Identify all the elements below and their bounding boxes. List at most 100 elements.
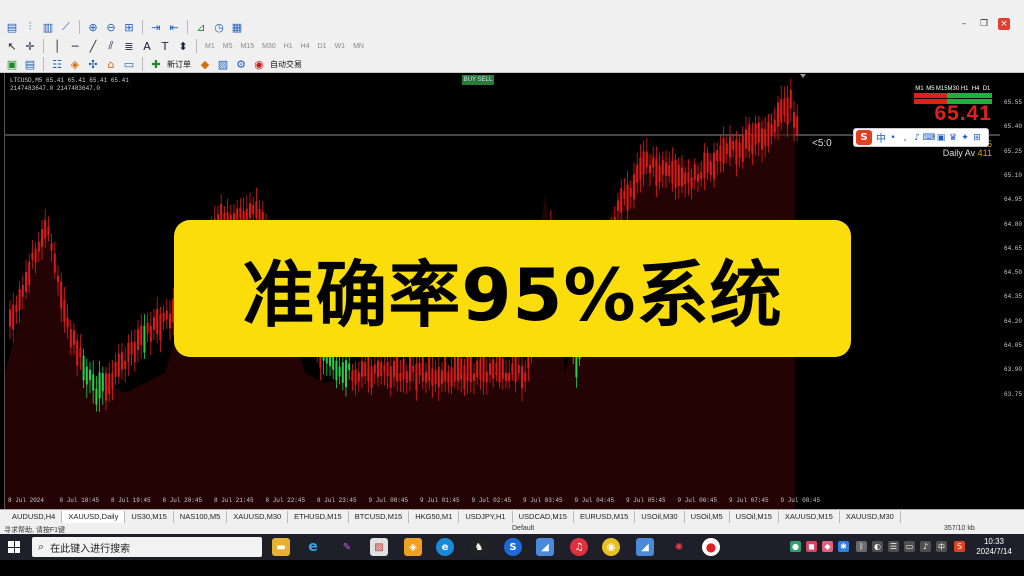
tray-icon-3[interactable]: ◆: [822, 541, 833, 552]
game-icon[interactable]: ✦: [960, 133, 970, 143]
file-explorer-icon[interactable]: ▬: [272, 538, 290, 556]
candlestick-icon[interactable]: ▥: [40, 19, 56, 35]
toolbox-icon[interactable]: ▣: [936, 133, 946, 143]
timeframe-h4[interactable]: H4: [298, 43, 313, 50]
ime-mode[interactable]: 中: [876, 130, 886, 145]
sogou-logo-icon[interactable]: S: [856, 130, 872, 145]
tray-icon-4[interactable]: ✱: [838, 541, 849, 552]
tile-windows-icon[interactable]: ⊞: [121, 19, 137, 35]
auto-trading-icon[interactable]: ◉: [251, 56, 267, 72]
new-order-icon[interactable]: ✚: [148, 56, 164, 72]
sogou-browser-icon[interactable]: S: [504, 538, 522, 556]
chrome-icon[interactable]: ◉: [602, 538, 620, 556]
wifi-app-2-icon[interactable]: ◢: [636, 538, 654, 556]
auto-scroll-icon[interactable]: ⇥: [148, 19, 164, 35]
skin-icon[interactable]: ♛: [948, 133, 958, 143]
new-chart-icon[interactable]: ▤: [4, 19, 20, 35]
trendline-icon[interactable]: ╱: [85, 38, 101, 54]
bar-chart-icon[interactable]: ⫶: [22, 19, 38, 35]
microphone-icon[interactable]: ♪: [912, 133, 922, 143]
profiles-icon[interactable]: ▤: [22, 56, 38, 72]
restore-icon[interactable]: ❐: [978, 18, 990, 30]
label-icon[interactable]: T: [157, 38, 173, 54]
chart-tab[interactable]: BTCUSD,M15: [349, 510, 410, 523]
minimize-icon[interactable]: –: [958, 18, 970, 30]
text-icon[interactable]: A: [139, 38, 155, 54]
terminal-icon[interactable]: ⌂: [103, 56, 119, 72]
edge-icon[interactable]: e: [436, 538, 454, 556]
ime-toolbar[interactable]: S 中 • , ♪ ⌨ ▣ ♛ ✦ ⊞: [853, 128, 989, 147]
sogou-tray-icon[interactable]: S: [954, 541, 965, 552]
network-icon[interactable]: ▭: [904, 541, 915, 552]
chart-tab[interactable]: AUDUSD,H4: [6, 510, 63, 523]
taskbar-clock[interactable]: 10:33 2024/7/14: [972, 537, 1016, 557]
options-icon[interactable]: ⚙: [233, 56, 249, 72]
templates-icon[interactable]: ▦: [229, 19, 245, 35]
tester-icon[interactable]: ▭: [121, 56, 137, 72]
new-window-icon[interactable]: ▣: [4, 56, 20, 72]
new-order-button[interactable]: 新订单: [167, 59, 191, 70]
volume-icon[interactable]: ♪: [920, 541, 931, 552]
one-click-trade-button[interactable]: BUY SELL: [462, 75, 494, 85]
chart-tab[interactable]: USDCAD,M15: [513, 510, 574, 523]
chart-tab[interactable]: USDJPY,H1: [459, 510, 513, 523]
chart-tab[interactable]: XAUUSD,Daily: [62, 510, 126, 523]
timeframe-m1[interactable]: M1: [202, 43, 218, 50]
timeframe-m15[interactable]: M15: [237, 43, 257, 50]
paint-icon[interactable]: ✎: [338, 538, 356, 556]
chart-tab[interactable]: XAUUSD,M15: [779, 510, 840, 523]
zoom-in-icon[interactable]: ⊕: [85, 19, 101, 35]
ime-tray-icon[interactable]: 中: [936, 541, 947, 552]
timeframe-d1[interactable]: D1: [315, 43, 330, 50]
photos-icon[interactable]: ▨: [370, 538, 388, 556]
data-window-icon[interactable]: ◈: [67, 56, 83, 72]
chart-tab[interactable]: USOil,M15: [730, 510, 779, 523]
navigator-icon[interactable]: ✣: [85, 56, 101, 72]
bluetooth-icon[interactable]: ᛒ: [856, 541, 867, 552]
chart-tab[interactable]: EURUSD,M15: [574, 510, 636, 523]
windows-start-icon[interactable]: [8, 541, 20, 553]
chart-tab[interactable]: XAUUSD,M30: [840, 510, 901, 523]
ie-icon[interactable]: e: [304, 538, 322, 556]
taskbar-search[interactable]: ⌕ 在此键入进行搜索: [32, 537, 262, 557]
fibonacci-icon[interactable]: ≣: [121, 38, 137, 54]
chart-tab[interactable]: ETHUSD,M15: [288, 510, 349, 523]
app-orange-icon[interactable]: ◈: [404, 538, 422, 556]
horizontal-line-icon[interactable]: ─: [67, 38, 83, 54]
line-chart-icon[interactable]: ⟋: [58, 19, 74, 35]
zoom-out-icon[interactable]: ⊖: [103, 19, 119, 35]
chart-tab[interactable]: USOil,M30: [635, 510, 685, 523]
tray-icon-1[interactable]: ●: [790, 541, 801, 552]
tray-icon-2[interactable]: ◼: [806, 541, 817, 552]
chart-tab[interactable]: HKG50,M1: [409, 510, 460, 523]
timeframe-h1[interactable]: H1: [281, 43, 296, 50]
timeframe-w1[interactable]: W1: [332, 43, 349, 50]
auto-trading-button[interactable]: 自动交易: [270, 59, 302, 70]
tray-icon-6[interactable]: ◐: [872, 541, 883, 552]
punctuation-icon[interactable]: •: [888, 133, 898, 143]
history-icon[interactable]: ▨: [215, 56, 231, 72]
netease-music-icon[interactable]: ♫: [570, 538, 588, 556]
indicators-icon[interactable]: ⊿: [193, 19, 209, 35]
chart-tab[interactable]: USOil,M5: [685, 510, 730, 523]
vertical-line-icon[interactable]: │: [49, 38, 65, 54]
mt4-icon[interactable]: ✺: [670, 538, 688, 556]
cursor-icon[interactable]: ↖: [4, 38, 20, 54]
arrows-icon[interactable]: ⬍: [175, 38, 191, 54]
wifi-app-icon[interactable]: ◢: [536, 538, 554, 556]
chart-tab[interactable]: US30,M15: [125, 510, 174, 523]
crosshair-icon[interactable]: ✛: [22, 38, 38, 54]
timeframe-m5[interactable]: M5: [220, 43, 236, 50]
comma-icon[interactable]: ,: [900, 133, 910, 143]
timeframe-mn[interactable]: MN: [350, 43, 367, 50]
equidistant-channel-icon[interactable]: ⫽: [103, 38, 119, 54]
chart-shift-icon[interactable]: ⇤: [166, 19, 182, 35]
chart-tab[interactable]: NAS100,M5: [174, 510, 228, 523]
tray-icon-7[interactable]: ☰: [888, 541, 899, 552]
menu-grid-icon[interactable]: ⊞: [972, 133, 982, 143]
record-icon[interactable]: ●: [702, 538, 720, 556]
keyboard-icon[interactable]: ⌨: [923, 133, 936, 143]
metaeditor-icon[interactable]: ◆: [197, 56, 213, 72]
market-watch-icon[interactable]: ☷: [49, 56, 65, 72]
timeframe-m30[interactable]: M30: [259, 43, 279, 50]
